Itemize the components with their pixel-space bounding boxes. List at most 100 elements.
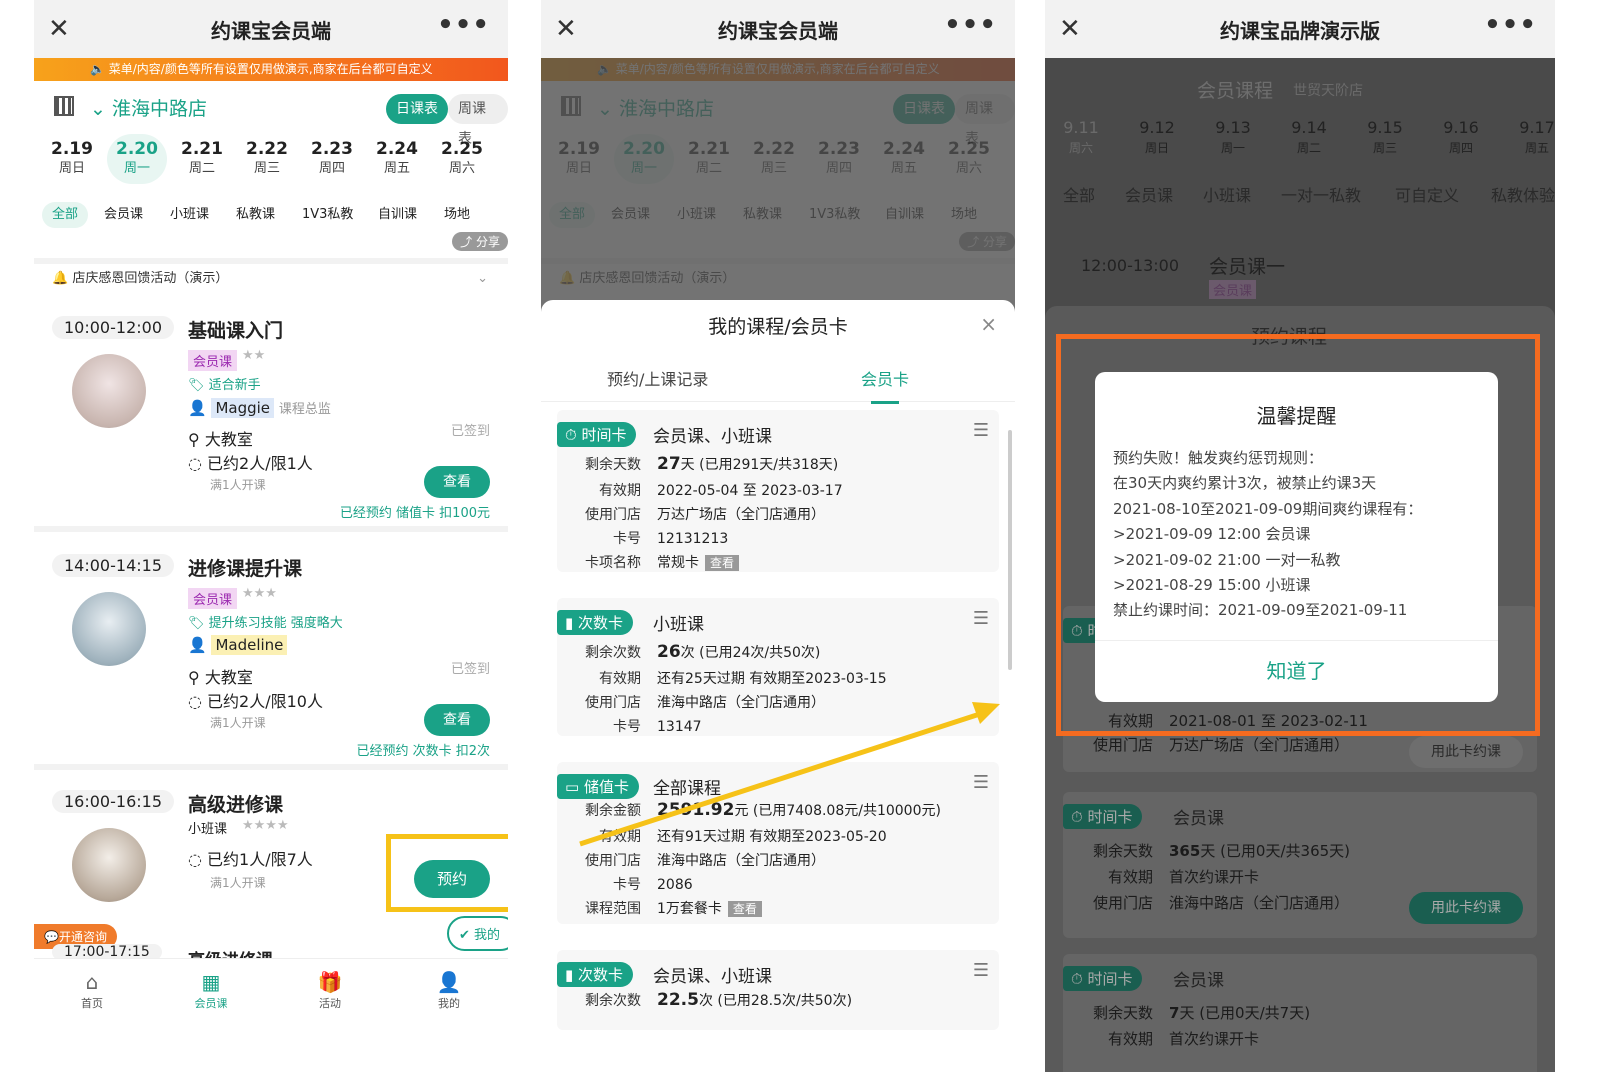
row-value: 12131213 — [657, 531, 729, 547]
view-button[interactable]: 查看 — [424, 704, 490, 736]
wallet-icon: ▭ — [565, 778, 584, 796]
course-name[interactable]: 高级进修课 — [188, 790, 283, 817]
use-card-button[interactable]: 用此卡约课 — [1409, 736, 1523, 768]
more-icon[interactable]: ••• — [437, 10, 490, 40]
card-type-badge: ⏱ 时间卡 — [1063, 804, 1143, 829]
course-name[interactable]: 进修课提升课 — [188, 554, 302, 581]
close-icon[interactable]: ✕ — [555, 14, 577, 44]
close-icon[interactable]: ✕ — [48, 14, 70, 44]
tab-booking-records[interactable]: 预约/上课记录 — [607, 366, 708, 390]
dialog-line: 在30天内爽约累计3次，被禁止约课3天 — [1113, 474, 1377, 493]
coach-name[interactable]: Madeline — [211, 635, 288, 655]
menu-icon[interactable]: ☰ — [973, 608, 989, 629]
row-value: 2086 — [657, 877, 693, 893]
date-item[interactable]: 2.24 周五 — [367, 138, 427, 178]
course-time: 14:00-14:15 — [52, 554, 174, 577]
location-icon: ⚲ — [188, 668, 205, 687]
date-item: 9.13 周一 — [1203, 118, 1263, 158]
date-number: 9.13 — [1215, 118, 1251, 137]
category-tab[interactable]: 私教课 — [236, 202, 275, 228]
card-title: 全部课程 — [653, 779, 721, 799]
card-row: 使用门店 淮海中路店（全门店通用） — [557, 850, 825, 870]
card-row: 课程范围 1万套餐卡 查看 — [557, 898, 762, 918]
course-feature: 🏷 适合新手 — [188, 378, 261, 393]
tab-member-course[interactable]: ▦ 会员课 — [181, 969, 241, 1011]
view-tag[interactable]: 查看 — [705, 555, 740, 571]
tab-member-cards[interactable]: 会员卡 — [861, 366, 909, 404]
card-row: 有效期 2022-05-04 至 2023-03-17 — [557, 480, 843, 500]
date-item[interactable]: 2.22 周三 — [237, 138, 297, 178]
date-item[interactable]: 2.19 周日 — [42, 138, 102, 178]
category-tab-all[interactable]: 全部 — [42, 202, 89, 228]
dialog-line: 禁止约课时间：2021-09-09至2021-09-11 — [1113, 601, 1408, 620]
store-bar: ⌄ 淮海中路店 日课表 周课表 — [34, 84, 508, 147]
category-tab[interactable]: 自训课 — [378, 202, 417, 228]
row-value: 淮海中路店（全门店通用） — [1169, 894, 1350, 912]
more-icon[interactable]: ••• — [944, 10, 997, 40]
my-float-label: 我的 — [473, 928, 500, 943]
date-weekday: 周四 — [1448, 141, 1473, 155]
coach-name[interactable]: Maggie — [211, 398, 275, 418]
schedule-panel: ✕ 约课宝会员端 ••• 🔈 菜单/内容/颜色等所有设置仅用做演示,商家在后台都… — [34, 0, 508, 1072]
close-icon[interactable]: × — [980, 312, 997, 336]
date-item-selected[interactable]: 2.20 周一 — [107, 134, 167, 184]
category-tab[interactable]: 1V3私教 — [302, 202, 353, 228]
category-tab[interactable]: 小班课 — [170, 202, 209, 228]
close-icon[interactable]: ✕ — [1059, 14, 1081, 44]
share-button[interactable]: ⤴ 分享 — [452, 232, 508, 251]
home-icon: ⌂ — [85, 970, 99, 994]
chevron-down-icon[interactable]: ⌄ — [477, 264, 488, 294]
date-item: 9.14 周二 — [1279, 118, 1339, 158]
category-tab: 会员课 — [1125, 186, 1174, 205]
card-type: 时间卡 — [581, 426, 627, 444]
tab-activity[interactable]: 🎁 活动 — [300, 969, 360, 1011]
menu-icon[interactable]: ☰ — [973, 420, 989, 441]
menu-icon[interactable]: ☰ — [973, 772, 989, 793]
scrollbar[interactable] — [1008, 430, 1012, 670]
clock-icon: ⏱ — [565, 426, 582, 444]
use-card-button[interactable]: 用此卡约课 — [1409, 892, 1523, 924]
date-item[interactable]: 2.21 周二 — [172, 138, 232, 178]
category-tab[interactable]: 会员课 — [104, 202, 143, 228]
more-icon[interactable]: ••• — [1484, 10, 1537, 40]
date-item[interactable]: 2.25 周六 — [432, 138, 492, 178]
date-number: 2.25 — [441, 139, 483, 159]
qr-code-icon[interactable] — [54, 96, 74, 116]
row-value: 13147 — [657, 719, 702, 735]
my-float-button[interactable]: ✔ 我的 — [446, 916, 508, 951]
store-name: 世贸天阶店 — [1293, 83, 1363, 99]
menu-icon[interactable]: ☰ — [973, 960, 989, 981]
date-weekday: 周六 — [448, 161, 475, 176]
row-value: 27 — [657, 454, 681, 474]
tab-home[interactable]: ⌂ 首页 — [62, 969, 122, 1011]
date-item[interactable]: 2.23 周四 — [302, 138, 362, 178]
row-key: 剩余次数 — [585, 645, 641, 661]
store-selector[interactable]: ⌄ 淮海中路店 — [90, 94, 207, 121]
date-number: 9.12 — [1139, 118, 1175, 137]
card-type: 储值卡 — [583, 778, 629, 796]
location-icon: ⚲ — [188, 430, 205, 449]
view-tag[interactable]: 查看 — [727, 901, 762, 917]
course-card: 10:00-12:00 基础课入门 会员课 ★★ 🏷 适合新手 👤 Maggie… — [34, 316, 508, 532]
view-button[interactable]: 查看 — [424, 466, 490, 498]
date-strip: 2.19 周日 2.20 周一 2.21 周二 2.22 周三 2.23 周四 2.24 周… — [34, 134, 508, 184]
row-unit: 次 (已用24次/共50次) — [680, 645, 821, 661]
sheet-tabs: 预约/上课记录 会员卡 — [541, 356, 1015, 404]
course-name[interactable]: 基础课入门 — [188, 316, 283, 343]
row-key: 卡项名称 — [585, 555, 641, 571]
member-card: ▭ 储值卡 全部课程 ☰ 剩余金额 2591.92元 (已用7408.08元/共1… — [557, 762, 999, 924]
tab-mine[interactable]: 👤 我的 — [419, 969, 479, 1011]
notice-bar[interactable]: 🔔 店庆感恩回馈活动（演示） ⌄ — [34, 258, 508, 294]
row-key: 使用门店 — [585, 695, 641, 711]
user-icon: 👤 — [436, 970, 462, 994]
ok-button[interactable]: 知道了 — [1095, 640, 1498, 702]
category-tab[interactable]: 场地 — [444, 202, 470, 228]
card-row: 使用门店 淮海中路店（全门店通用） — [1063, 892, 1349, 913]
week-view-toggle[interactable]: 周课表 — [448, 94, 508, 147]
row-value: 常规卡 — [657, 555, 699, 571]
day-view-toggle[interactable]: 日课表 — [386, 94, 448, 124]
course-feature: 🏷 提升练习技能 强度略大 — [188, 616, 343, 631]
book-button[interactable]: 预约 — [414, 860, 490, 898]
row-key: 剩余天数 — [585, 457, 641, 473]
card-title: 会员课、小班课 — [653, 967, 772, 987]
